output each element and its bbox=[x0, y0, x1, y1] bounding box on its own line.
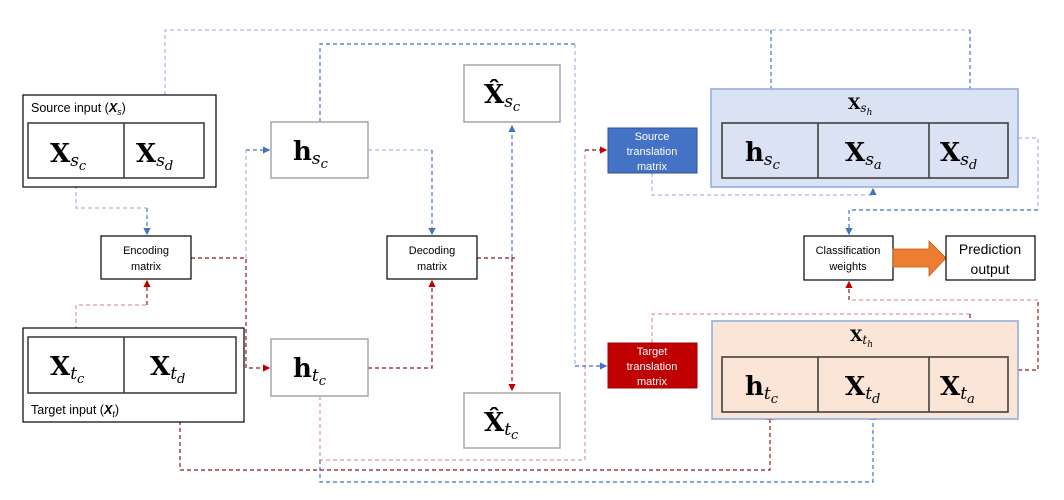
target-latent-box: htc bbox=[270, 338, 369, 397]
svg-text:Classification: Classification bbox=[816, 245, 881, 257]
diagram: Source input (Xs) Xsc Xsd Xtc Xtd Target… bbox=[22, 29, 1039, 483]
decoding-matrix: Decoding matrix bbox=[386, 235, 478, 280]
svg-text:output: output bbox=[971, 261, 1010, 277]
svg-text:Source: Source bbox=[635, 131, 670, 143]
svg-text:Encoding: Encoding bbox=[123, 245, 169, 257]
svg-text:matrix: matrix bbox=[637, 161, 667, 173]
svg-text:matrix: matrix bbox=[637, 376, 667, 388]
prediction-output: Prediction output bbox=[945, 235, 1036, 281]
classification-weights: Classification weights bbox=[803, 235, 894, 281]
svg-text:matrix: matrix bbox=[417, 261, 447, 273]
svg-text:Target input (Xt): Target input (Xt) bbox=[31, 403, 119, 419]
svg-text:matrix: matrix bbox=[131, 261, 161, 273]
target-translation-matrix: Target translation matrix bbox=[607, 342, 698, 389]
svg-text:translation: translation bbox=[627, 146, 678, 158]
svg-text:translation: translation bbox=[627, 361, 678, 373]
source-input-block: Source input (Xs) Xsc Xsd bbox=[22, 94, 217, 188]
svg-text:Decoding: Decoding bbox=[409, 245, 455, 257]
svg-text:Target: Target bbox=[637, 346, 668, 358]
target-reconstruction-box: X̂tc bbox=[463, 392, 561, 449]
svg-text:Prediction: Prediction bbox=[959, 241, 1021, 257]
target-input-block: Xtc Xtd Target input (Xt) bbox=[22, 327, 245, 423]
source-reconstruction-box: X̂sc bbox=[463, 64, 561, 123]
source-hybrid-block: Xsh hsc Xsa Xsd bbox=[710, 88, 1019, 188]
svg-text:weights: weights bbox=[828, 261, 867, 273]
source-latent-box: hsc bbox=[270, 121, 369, 179]
encoding-matrix: Encoding matrix bbox=[100, 235, 192, 280]
target-hybrid-block: Xth htc Xtd Xta bbox=[711, 320, 1019, 420]
orange-arrow-icon bbox=[892, 240, 947, 278]
svg-text:Source input (Xs): Source input (Xs) bbox=[31, 101, 126, 117]
source-translation-matrix: Source translation matrix bbox=[607, 127, 698, 174]
